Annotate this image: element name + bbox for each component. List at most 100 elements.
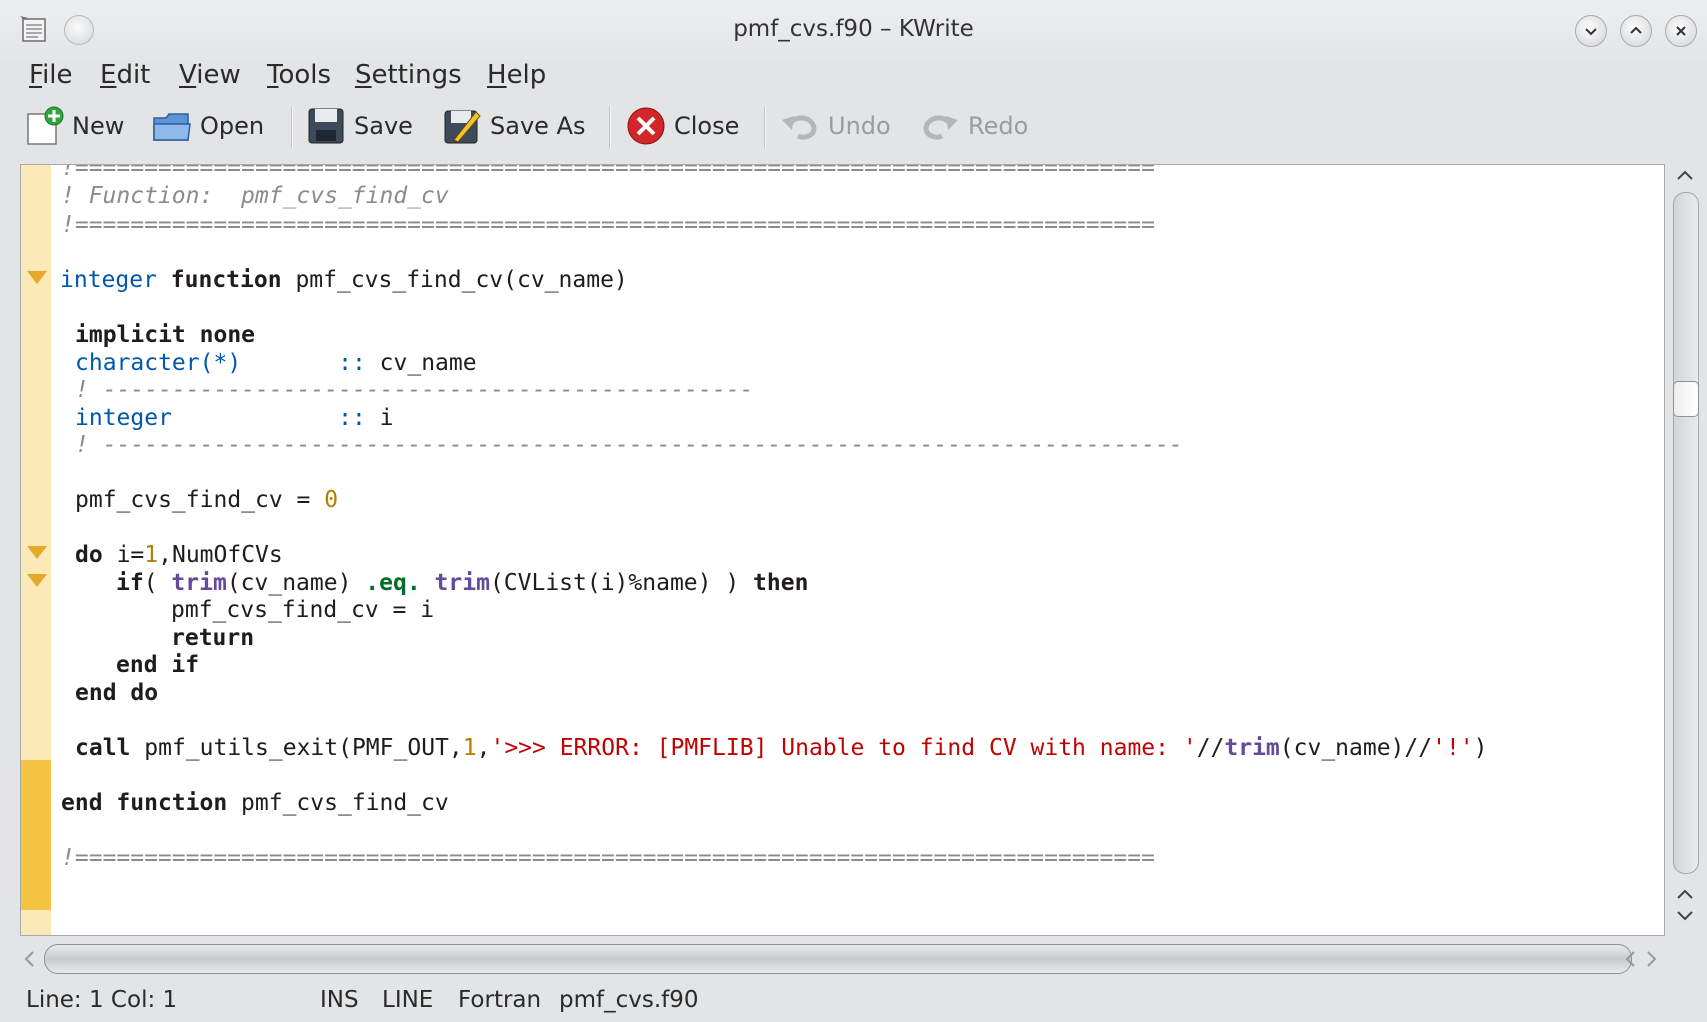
code-line: do i=1,NumOfCVs — [75, 540, 283, 570]
code-line: implicit none — [75, 322, 256, 348]
save-floppy-icon — [308, 108, 344, 144]
code-token: (cv_name) — [226, 570, 352, 596]
code-line: end do — [75, 680, 159, 706]
save-as-label: Save As — [490, 112, 586, 140]
code-token: pmf_cvs_find_cv(cv_name) — [295, 267, 628, 293]
code-token: .eq. — [365, 570, 421, 596]
file-name: pmf_cvs.f90 — [559, 987, 699, 1013]
code-token: '!' — [1432, 735, 1474, 761]
toolbar-separator — [764, 106, 766, 148]
vertical-scroll-handle[interactable] — [1673, 381, 1699, 417]
code-line: call pmf_utils_exit(PMF_OUT,1,'>>> ERROR… — [75, 733, 1488, 763]
scroll-up-icon[interactable] — [1673, 164, 1697, 188]
code-line: integer :: i — [75, 403, 394, 433]
window-title: pmf_cvs.f90 – KWrite — [733, 16, 974, 42]
selection-mode[interactable]: LINE — [382, 982, 433, 1018]
code-token: ) — [1473, 735, 1488, 761]
code-token: integer — [60, 267, 157, 293]
scroll-left-icon[interactable] — [20, 948, 38, 970]
fold-toggle-icon[interactable] — [27, 271, 47, 284]
menu-tools[interactable]: Tools — [263, 58, 335, 92]
horizontal-scrollbar[interactable] — [20, 938, 1663, 982]
open-label: Open — [200, 112, 265, 140]
new-document-icon — [27, 106, 64, 145]
status-bar: Line: 1 Col: 1 INS LINE Fortran pmf_cvs.… — [0, 980, 1707, 1022]
menu-edit[interactable]: Edit — [96, 58, 154, 92]
code-token: :: — [338, 350, 366, 376]
code-token: if — [116, 570, 144, 596]
code-line: end function pmf_cvs_find_cv — [61, 788, 449, 818]
redo-button[interactable]: Redo — [920, 100, 1028, 152]
code-token: pmf_cvs_find_cv = — [75, 487, 311, 513]
close-document-icon — [627, 107, 665, 145]
code-token: trim — [434, 570, 490, 596]
code-token: do — [75, 542, 103, 568]
insert-mode[interactable]: INS — [320, 982, 359, 1018]
code-token: end — [61, 790, 103, 816]
maximize-button[interactable] — [1620, 15, 1652, 47]
scroll-left-right-icon[interactable] — [1618, 948, 1668, 970]
code-line: ! --------------------------------------… — [75, 377, 754, 403]
close-window-button[interactable] — [1665, 15, 1697, 47]
code-token: 1 — [144, 542, 159, 568]
code-token: integer — [75, 405, 172, 431]
new-label: New — [72, 112, 125, 140]
save-label: Save — [354, 112, 413, 140]
close-button[interactable]: Close — [626, 100, 739, 152]
code-token: , — [476, 735, 491, 761]
code-token: ( — [143, 570, 158, 596]
code-line: !=======================================… — [61, 845, 1155, 871]
active-fold-region — [21, 760, 51, 910]
syntax-mode[interactable]: Fortran — [458, 982, 541, 1018]
code-token: trim — [171, 570, 227, 596]
code-token: function — [116, 790, 228, 816]
code-line: integer function pmf_cvs_find_cv(cv_name… — [60, 265, 628, 295]
fold-toggle-icon[interactable] — [27, 574, 47, 587]
code-line: character(*) :: cv_name — [75, 348, 477, 378]
redo-label: Redo — [968, 112, 1029, 140]
code-token: character(*) — [75, 350, 242, 376]
redo-icon — [923, 115, 958, 140]
code-token: // — [1196, 735, 1225, 761]
fold-toggle-icon[interactable] — [27, 546, 47, 559]
undo-button[interactable]: Undo — [780, 100, 891, 152]
code-token: call — [75, 735, 131, 761]
text-editor-area[interactable]: !=======================================… — [20, 164, 1665, 936]
code-token: :: — [338, 405, 366, 431]
undo-label: Undo — [828, 112, 891, 140]
save-button[interactable]: Save — [306, 100, 413, 152]
new-button[interactable]: New — [24, 100, 124, 152]
vertical-scrollbar[interactable] — [1665, 164, 1707, 934]
code-line: pmf_cvs_find_cv = 0 — [75, 485, 338, 515]
menu-view[interactable]: View — [175, 58, 245, 92]
toolbar-separator — [609, 106, 611, 148]
code-line: end if — [116, 652, 200, 678]
save-as-button[interactable]: Save As — [442, 100, 585, 152]
minimize-icon — [1585, 28, 1597, 36]
menu-settings[interactable]: Settings — [351, 58, 466, 92]
code-line: ! Function: pmf_cvs_find_cv — [61, 183, 449, 209]
open-folder-icon — [153, 113, 191, 141]
code-line: !=======================================… — [61, 212, 1155, 238]
menu-file[interactable]: File — [25, 58, 77, 92]
scroll-down-icon[interactable] — [1673, 906, 1697, 926]
minimize-button[interactable] — [1575, 15, 1607, 47]
code-line: if( trim(cv_name) .eq. trim(CVList(i)%na… — [116, 568, 808, 598]
code-token: '>>> ERROR: [PMFLIB] Unable to find CV w… — [490, 735, 1197, 761]
menu-help[interactable]: Help — [483, 58, 550, 92]
kwrite-window: pmf_cvs.f90 – KWrite File Edit View Tool… — [0, 0, 1707, 1022]
code-token: (CVList(i)%name) ) — [489, 570, 740, 596]
vertical-scroll-track[interactable] — [1673, 192, 1699, 874]
code-token: 1 — [462, 735, 477, 761]
close-icon — [1676, 26, 1686, 36]
toolbar-separator — [291, 106, 293, 148]
cursor-position: Line: 1 Col: 1 — [26, 987, 178, 1013]
code-token: then — [753, 570, 809, 596]
open-button[interactable]: Open — [152, 100, 264, 152]
code-line: return — [171, 625, 255, 651]
scroll-up-icon[interactable] — [1673, 884, 1697, 904]
code-line: pmf_cvs_find_cv = i — [171, 597, 435, 623]
code-token: trim — [1224, 735, 1280, 761]
maximize-icon — [1630, 26, 1642, 34]
horizontal-scroll-handle[interactable] — [44, 944, 1632, 974]
